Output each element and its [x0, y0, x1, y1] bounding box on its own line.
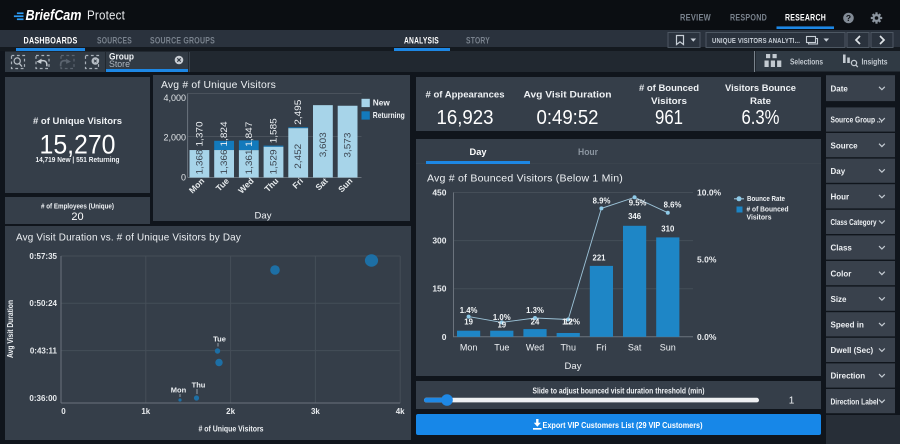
svg-text:Day: Day [831, 167, 846, 176]
svg-text:Color: Color [831, 269, 852, 278]
svg-text:Source: Source [831, 141, 859, 150]
svg-text:Hour: Hour [831, 193, 850, 202]
svg-text:Class: Class [831, 244, 853, 253]
svg-text:Size: Size [831, 295, 848, 304]
svg-text:Date: Date [831, 84, 849, 93]
svg-text:Direction Label: Direction Label [831, 397, 879, 406]
svg-text:Class Category: Class Category [831, 218, 877, 227]
svg-text:Source Group ...: Source Group ... [831, 116, 883, 125]
svg-text:Dwell (Sec): Dwell (Sec) [831, 346, 874, 355]
svg-text:Speed in: Speed in [831, 321, 864, 330]
svg-text:Direction: Direction [831, 372, 866, 381]
